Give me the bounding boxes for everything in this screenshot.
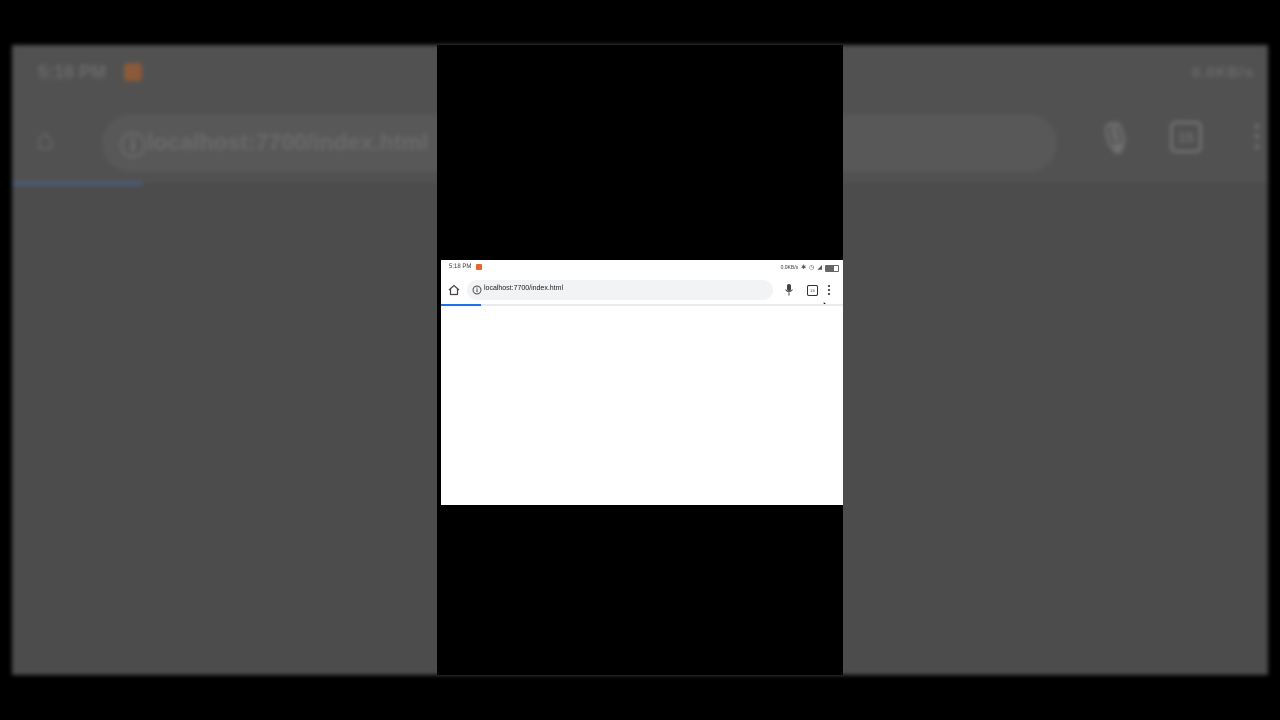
bg-status-time: 5:18 PM — [38, 62, 107, 82]
url-text[interactable]: localhost:7700/index.html — [484, 285, 563, 292]
battery-level — [826, 265, 835, 271]
bg-home-icon: ⌂ — [36, 123, 55, 156]
notification-icon — [476, 264, 482, 270]
video-frame: 5:18 PM 0.0KB/s ⌂ ⓘ localhost:7700/index… — [0, 0, 1280, 720]
alarm-icon: ◷ — [809, 265, 815, 271]
signal-icon: ◢ — [817, 265, 822, 271]
bg-url-text: localhost:7700/index.html — [147, 129, 429, 155]
phone-screen: 5:18 PM 0.0KB/s ✱ ◷ ◢ localhost:7700/ind… — [441, 260, 843, 505]
status-time: 5:18 PM — [449, 264, 472, 270]
bg-more-icon: ⋮ — [1242, 120, 1268, 153]
bg-tabs-icon: 15 — [1170, 121, 1202, 153]
tab-switcher-icon[interactable]: 15 — [807, 285, 818, 296]
network-speed: 0.0KB/s — [780, 265, 799, 271]
bluetooth-icon: ✱ — [801, 265, 807, 271]
mic-icon[interactable] — [783, 283, 795, 297]
browser-toolbar: localhost:7700/index.html 15 — [441, 276, 843, 313]
bg-notification-icon — [124, 63, 142, 81]
page-content — [441, 306, 843, 505]
bg-mic-icon: 🎙 — [1096, 122, 1135, 155]
status-bar: 5:18 PM 0.0KB/s ✱ ◷ ◢ — [441, 260, 843, 276]
bg-progress-bar — [12, 181, 142, 186]
home-icon[interactable] — [447, 283, 461, 297]
bg-network-speed: 0.0KB/s — [1191, 64, 1254, 81]
phone-frame: 5:18 PM 0.0KB/s ✱ ◷ ◢ localhost:7700/ind… — [437, 45, 843, 675]
omnibox[interactable]: localhost:7700/index.html — [467, 280, 773, 300]
status-icons: 0.0KB/s ✱ ◷ ◢ — [781, 264, 839, 272]
bg-info-icon: ⓘ — [120, 131, 147, 161]
battery-icon — [825, 264, 839, 272]
info-icon[interactable] — [472, 285, 482, 295]
more-vert-icon[interactable] — [825, 283, 833, 297]
